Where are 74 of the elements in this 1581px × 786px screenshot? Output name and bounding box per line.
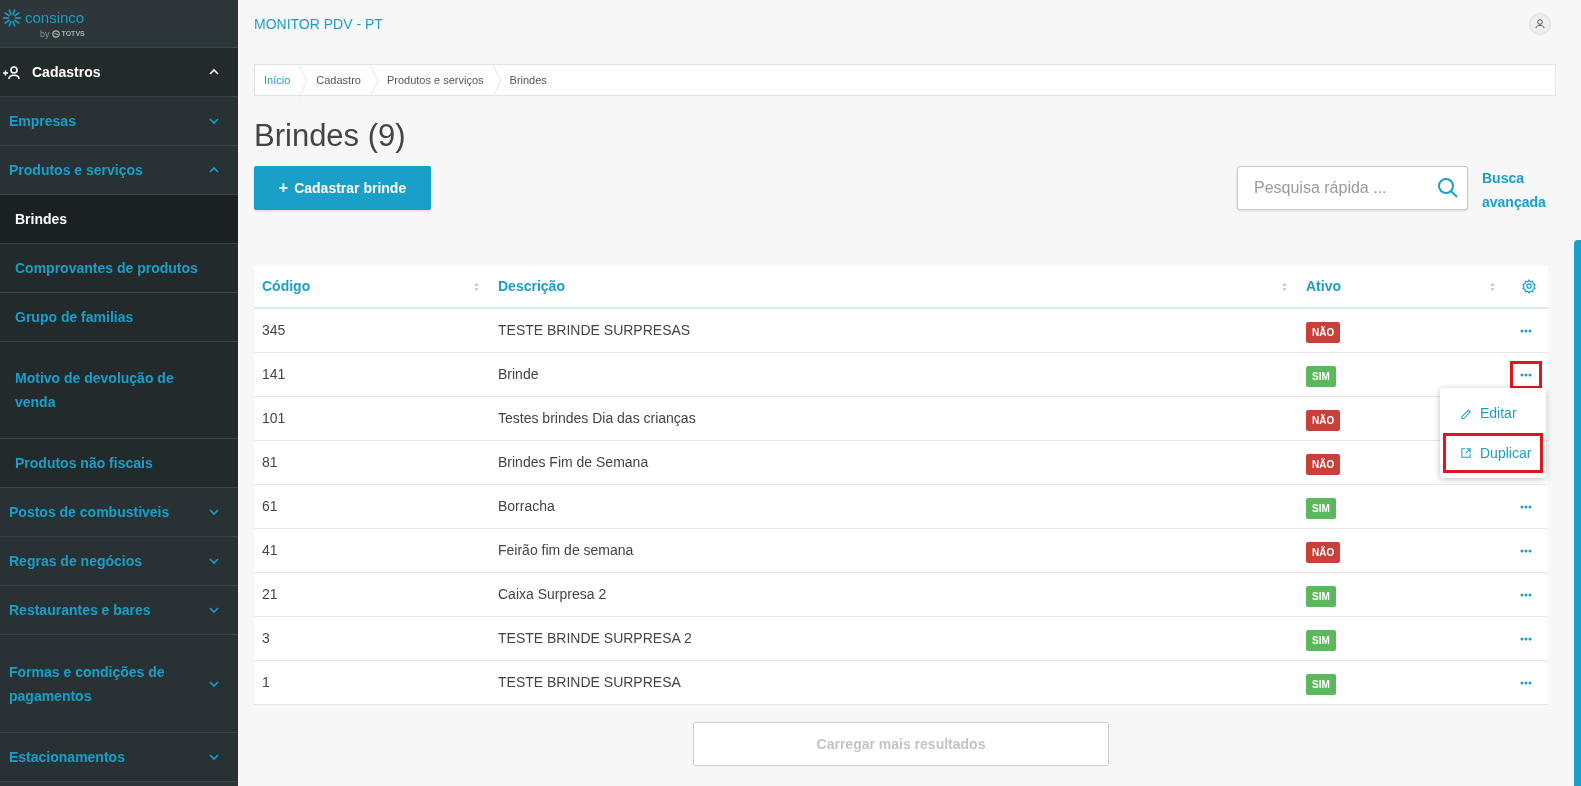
sidebar-subitem[interactable]: Motivo de devolução de venda: [0, 342, 238, 439]
app-title: MONITOR PDV - PT: [254, 14, 383, 34]
column-header[interactable]: Ativo: [1306, 276, 1341, 297]
column-header[interactable]: Código: [262, 276, 311, 297]
breadcrumb-link[interactable]: Brindes: [500, 65, 556, 95]
settings-icon: [1522, 279, 1536, 294]
more-dots-icon: [1520, 328, 1532, 333]
status-badge: SIM: [1306, 365, 1336, 387]
table-cell-text: Brindes Fim de Semana: [497, 453, 650, 472]
column-header[interactable]: Descrição: [498, 276, 565, 297]
table-cell-text: Brinde: [497, 365, 540, 384]
status-badge: SIM: [1306, 497, 1336, 519]
sidebar-section-header[interactable]: Cadastros: [0, 48, 238, 97]
more-dots-icon: [1520, 636, 1532, 641]
table-cell-text: 61: [261, 497, 279, 516]
add-user-icon: [2, 64, 20, 80]
logo-by-text: by: [40, 29, 50, 39]
table-cell-text: 1: [261, 673, 271, 692]
table-cell-text: 3: [261, 629, 271, 648]
table-cell-text: 41: [261, 541, 279, 560]
advanced-search-link[interactable]: Busca avançada: [1482, 166, 1554, 214]
sidebar-item[interactable]: Estacionamentos: [0, 733, 238, 782]
sort-icon: [1281, 281, 1288, 292]
status-badge: NÃO: [1306, 541, 1341, 563]
more-dots-icon: [1520, 504, 1532, 509]
sort-icon: [473, 281, 480, 292]
sidebar-item[interactable]: Regras de negócios: [0, 537, 238, 586]
table-cell-text: 141: [261, 365, 287, 384]
status-badge: SIM: [1306, 673, 1336, 695]
table-cell-text: TESTE BRINDE SURPRESA 2: [497, 629, 693, 648]
sidebar-item[interactable]: Restaurantes e bares: [0, 586, 238, 635]
table-cell-text: 21: [261, 585, 279, 604]
circle-logo-icon: [51, 30, 60, 38]
sidebar-item[interactable]: Empresas: [0, 97, 238, 146]
external-link-icon: [1460, 447, 1472, 459]
status-badge: SIM: [1306, 585, 1336, 607]
status-badge: NÃO: [1306, 321, 1341, 343]
status-badge: NÃO: [1306, 453, 1341, 475]
breadcrumb-link[interactable]: Produtos e serviços: [377, 65, 493, 95]
more-dots-icon: [1520, 592, 1532, 597]
table-cell-text: 345: [261, 321, 287, 340]
table-cell-text: Caixa Surpresa 2: [497, 585, 608, 604]
breadcrumb-link[interactable]: Início: [255, 65, 300, 95]
page-title: Brindes (9): [254, 117, 407, 155]
menu-item[interactable]: Duplicar: [1443, 433, 1543, 473]
status-badge: NÃO: [1306, 409, 1341, 431]
status-badge: SIM: [1306, 629, 1336, 651]
search-icon: [1437, 177, 1458, 198]
add-gift-button[interactable]: + Cadastrar brinde: [254, 166, 431, 210]
table-cell-text: Feirão fim de semana: [497, 541, 635, 560]
sort-icon: [1489, 281, 1496, 292]
table-cell-text: 81: [261, 453, 279, 472]
sidebar-item[interactable]: Postos de combustiveis: [0, 488, 238, 537]
more-dots-icon: [1520, 372, 1532, 377]
table-cell-text: Borracha: [497, 497, 556, 516]
starburst-logo-icon: [2, 7, 22, 28]
more-dots-icon: [1520, 680, 1532, 685]
scrollbar-thumb[interactable]: [1574, 240, 1581, 786]
sidebar-item[interactable]: Formas e condições de pagamentos: [0, 635, 238, 733]
sidebar-subitem[interactable]: Brindes: [0, 195, 238, 244]
table-cell-text: 101: [261, 409, 287, 428]
table-cell-text: TESTE BRINDE SURPRESA: [497, 673, 682, 692]
sidebar-subitem[interactable]: Comprovantes de produtos: [0, 244, 238, 293]
menu-item[interactable]: Editar: [1443, 393, 1543, 433]
sidebar-subitem[interactable]: Grupo de familias: [0, 293, 238, 342]
sidebar-item[interactable]: Produtos e serviços: [0, 146, 238, 195]
table-cell-text: TESTE BRINDE SURPRESAS: [497, 321, 692, 340]
sidebar-subitem[interactable]: Produtos não fiscais: [0, 439, 238, 488]
user-avatar-icon: [1529, 13, 1551, 35]
logo-wordmark: consinco: [25, 10, 85, 26]
breadcrumb-link[interactable]: Cadastro: [307, 65, 370, 95]
quick-search-field[interactable]: Pesquisa rápida ...: [1237, 166, 1468, 210]
table-cell-text: Testes brindes Dia das crianças: [497, 409, 697, 428]
more-dots-icon: [1520, 548, 1532, 553]
